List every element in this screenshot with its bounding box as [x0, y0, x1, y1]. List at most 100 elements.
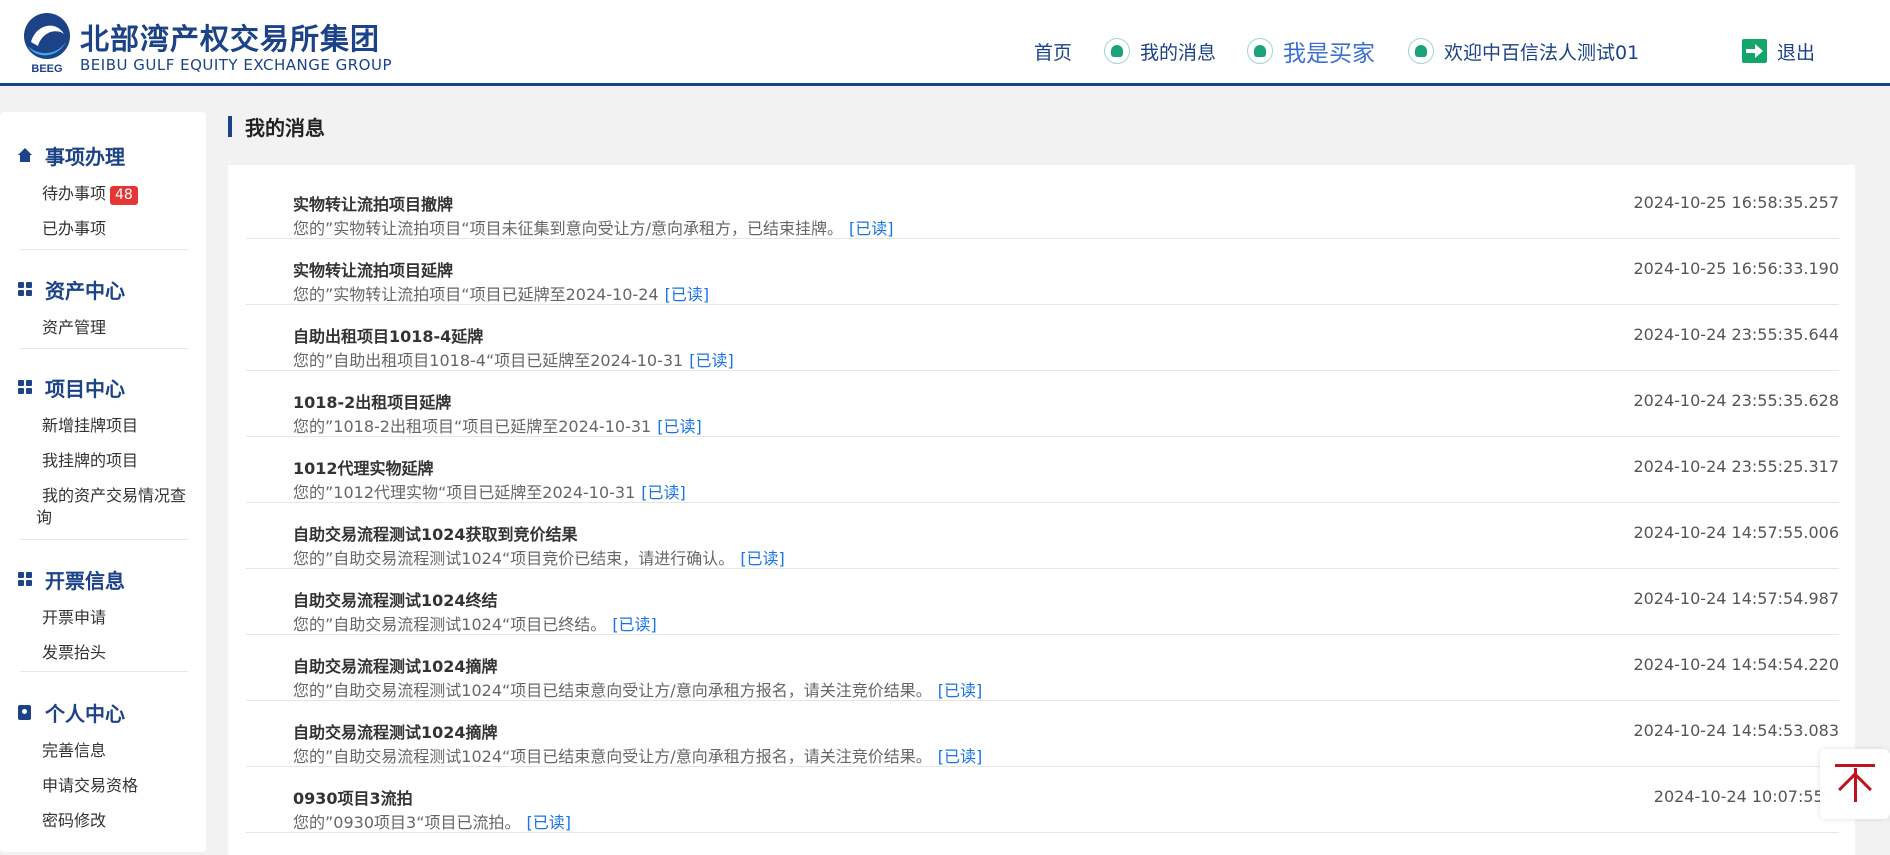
welcome-user-label: 欢迎中百信法人测试01 — [1444, 41, 1640, 64]
message-title: 1018-2出租项目延牌 — [293, 393, 452, 412]
read-status-link[interactable]: [已读] — [665, 285, 710, 304]
message-body: 您的”自助交易流程测试1024“项目已结束意向受让方/意向承租方报名，请关注竞价… — [293, 747, 983, 766]
page-title: 我的消息 — [228, 112, 325, 141]
arrow-up-icon — [1838, 772, 1872, 806]
message-title: 自助交易流程测试1024摘牌 — [293, 657, 498, 676]
sidebar-item-change-password[interactable]: 密码修改 — [18, 810, 188, 832]
sidebar-section-matters: 事项办理 待办事项 48 已办事项 — [18, 140, 188, 240]
message-item[interactable]: 自助交易流程测试1024摘牌 您的”自助交易流程测试1024“项目已结束意向受让… — [246, 701, 1839, 767]
message-item[interactable]: 自助交易流程测试1024获取到竞价结果 您的”自助交易流程测试1024“项目竞价… — [246, 503, 1839, 569]
back-to-top-button[interactable] — [1820, 749, 1890, 819]
read-status-link[interactable]: [已读] — [938, 747, 983, 766]
message-time: 2024-10-25 16:56:33.190 — [1633, 259, 1839, 278]
nav-my-messages[interactable]: 我的消息 — [1104, 34, 1216, 68]
message-body: 您的”实物转让流拍项目“项目已延牌至2024-10-24 [已读] — [293, 285, 710, 304]
logo-mark-icon: BEEG — [24, 13, 70, 74]
read-status-link[interactable]: [已读] — [657, 417, 702, 436]
sidebar-section-title: 个人中心 — [18, 697, 188, 727]
message-item[interactable]: 自助交易流程测试1024摘牌 您的”自助交易流程测试1024“项目已结束意向受让… — [246, 635, 1839, 701]
nav-welcome-user[interactable]: 欢迎中百信法人测试01 — [1408, 34, 1639, 68]
grid-icon — [18, 380, 32, 394]
message-body: 您的”自助交易流程测试1024“项目已结束意向受让方/意向承租方报名，请关注竞价… — [293, 681, 983, 700]
message-title: 实物转让流拍项目延牌 — [293, 261, 454, 280]
message-body: 您的”1012代理实物“项目已延牌至2024-10-31 [已读] — [293, 483, 686, 502]
read-status-link[interactable]: [已读] — [849, 219, 894, 238]
sidebar-section-projects: 项目中心 新增挂牌项目 我挂牌的项目 我的资产交易情况查询 — [18, 372, 188, 529]
message-time: 2024-10-24 14:54:54.220 — [1633, 655, 1839, 674]
home-icon — [18, 148, 32, 162]
logout-icon — [1742, 39, 1767, 63]
message-body: 您的”0930项目3“项目已流拍。 [已读] — [293, 813, 571, 832]
sidebar-item-todo[interactable]: 待办事项 48 — [18, 183, 188, 205]
grid-icon — [18, 282, 32, 296]
sidebar-item-done[interactable]: 已办事项 — [18, 218, 188, 240]
sidebar-section-title: 事项办理 — [18, 140, 188, 170]
message-time: 2024-10-24 23:55:25.317 — [1633, 457, 1839, 476]
bell-icon — [1104, 38, 1130, 64]
sidebar-item-complete-info[interactable]: 完善信息 — [18, 740, 188, 762]
message-item[interactable]: 实物转让流拍项目撤牌 您的”实物转让流拍项目“项目未征集到意向受让方/意向承租方… — [246, 173, 1839, 239]
sidebar-item-my-listings[interactable]: 我挂牌的项目 — [18, 450, 188, 472]
logo-chinese-name: 北部湾产权交易所集团 — [80, 22, 381, 56]
message-time: 2024-10-24 14:57:54.987 — [1633, 589, 1839, 608]
sidebar-section-assets: 资产中心 资产管理 — [18, 274, 188, 339]
sidebar-item-asset-management[interactable]: 资产管理 — [18, 317, 188, 339]
message-item[interactable]: 自助交易流程测试1024终结 您的”自助交易流程测试1024“项目已终结。 [已读… — [246, 569, 1839, 635]
logout-button[interactable]: 退出 — [1742, 34, 1815, 68]
message-item[interactable]: 0930项目3流拍 您的”0930项目3“项目已流拍。 [已读] 2024-10-… — [246, 767, 1839, 833]
sidebar-section-title: 资产中心 — [18, 274, 188, 304]
read-status-link[interactable]: [已读] — [689, 351, 734, 370]
sidebar-item-invoice-apply[interactable]: 开票申请 — [18, 607, 188, 629]
nav-i-am-buyer-label: 我是买家 — [1283, 41, 1375, 67]
message-title: 0930项目3流拍 — [293, 789, 413, 808]
message-list: 实物转让流拍项目撤牌 您的”实物转让流拍项目“项目未征集到意向受让方/意向承租方… — [228, 165, 1855, 855]
grid-icon — [18, 572, 32, 586]
sidebar-item-apply-qualification[interactable]: 申请交易资格 — [18, 775, 188, 797]
message-time: 2024-10-24 23:55:35.628 — [1633, 391, 1839, 410]
todo-count-badge: 48 — [110, 186, 138, 205]
message-item[interactable]: 自助出租项目1018-4延牌 您的”自助出租项目1018-4“项目已延牌至202… — [246, 305, 1839, 371]
message-title: 自助交易流程测试1024获取到竞价结果 — [293, 525, 578, 544]
read-status-link[interactable]: [已读] — [526, 813, 571, 832]
site-logo[interactable]: BEEG 北部湾产权交易所集团 BEIBU GULF EQUITY EXCHAN… — [20, 10, 400, 76]
nav-home[interactable]: 首页 — [1034, 34, 1072, 68]
message-time: 2024-10-24 14:57:55.006 — [1633, 523, 1839, 542]
message-title: 自助交易流程测试1024摘牌 — [293, 723, 498, 742]
message-time: 2024-10-24 23:55:35.644 — [1633, 325, 1839, 344]
sidebar-section-title: 项目中心 — [18, 372, 188, 402]
sidebar-item-invoice-header[interactable]: 发票抬头 — [18, 642, 188, 664]
sidebar-divider — [20, 671, 188, 672]
user-icon — [1247, 38, 1273, 64]
nav-home-label: 首页 — [1034, 41, 1073, 64]
sidebar-section-title: 开票信息 — [18, 564, 188, 594]
message-item[interactable]: 1012代理实物延牌 您的”1012代理实物“项目已延牌至2024-10-31[… — [246, 437, 1839, 503]
message-title: 自助出租项目1018-4延牌 — [293, 327, 484, 346]
message-title: 实物转让流拍项目撤牌 — [293, 195, 454, 214]
message-title: 1012代理实物延牌 — [293, 459, 434, 478]
message-item[interactable]: 实物转让流拍项目延牌 您的”实物转让流拍项目“项目已延牌至2024-10-24[… — [246, 239, 1839, 305]
message-body: 您的”自助交易流程测试1024“项目已终结。 [已读] — [293, 615, 657, 634]
sidebar-section-invoice: 开票信息 开票申请 发票抬头 — [18, 564, 188, 664]
nav-my-messages-label: 我的消息 — [1140, 41, 1217, 64]
sidebar-item-my-transactions[interactable]: 我的资产交易情况查询 — [18, 485, 188, 529]
read-status-link[interactable]: [已读] — [938, 681, 983, 700]
message-body: 您的”1018-2出租项目“项目已延牌至2024-10-31 [已读] — [293, 417, 702, 436]
message-time: 2024-10-24 10:07:55.6 — [1653, 787, 1839, 806]
logo-english-name: BEIBU GULF EQUITY EXCHANGE GROUP — [80, 56, 393, 74]
sidebar-item-new-listing[interactable]: 新增挂牌项目 — [18, 415, 188, 437]
sidebar: 事项办理 待办事项 48 已办事项 资产中心 资产管理 项目中心 新增挂牌项目 我… — [0, 112, 206, 852]
message-item[interactable]: 1018-2出租项目延牌 您的”1018-2出租项目“项目已延牌至2024-10… — [246, 371, 1839, 437]
read-status-link[interactable]: [已读] — [612, 615, 657, 634]
sidebar-divider — [20, 539, 188, 540]
sidebar-divider — [20, 348, 188, 349]
message-body: 您的”实物转让流拍项目“项目未征集到意向受让方/意向承租方，已结束挂牌。 [已读] — [293, 219, 894, 238]
read-status-link[interactable]: [已读] — [641, 483, 686, 502]
message-time: 2024-10-24 14:54:53.083 — [1633, 721, 1839, 740]
message-title: 自助交易流程测试1024终结 — [293, 591, 498, 610]
nav-i-am-buyer[interactable]: 我是买家 — [1247, 34, 1375, 68]
top-bar: BEEG 北部湾产权交易所集团 BEIBU GULF EQUITY EXCHAN… — [0, 0, 1890, 86]
svg-text:BEEG: BEEG — [31, 63, 62, 74]
logout-label: 退出 — [1777, 41, 1816, 64]
message-time: 2024-10-25 16:58:35.257 — [1633, 193, 1839, 212]
read-status-link[interactable]: [已读] — [740, 549, 785, 568]
